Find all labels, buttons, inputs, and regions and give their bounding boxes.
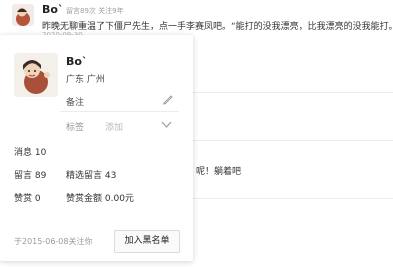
likes-label: 赞赏 [14, 194, 33, 204]
add-tag-button[interactable]: 添加 [105, 120, 123, 133]
profile-region: 广东 广州 [66, 75, 105, 85]
user-avatar [14, 53, 58, 97]
likes-stat: 赞赏 0 [14, 191, 41, 204]
follow-date: 于2015-06-08关注你 [14, 237, 93, 246]
featured-label: 精选留言 [66, 171, 103, 181]
note-field[interactable]: 备注 [66, 95, 84, 108]
messages-label: 消息 [14, 148, 33, 158]
tag-label: 标签 [66, 123, 85, 133]
featured-count: 43 [104, 171, 117, 181]
add-to-blacklist-button[interactable]: 加入黑名单 [114, 230, 180, 253]
amount-stat: 赞赏金额 0.00元 [66, 191, 134, 204]
comment-user-meta: 留言89次 关注9年 [66, 7, 124, 15]
likes-count: 0 [34, 194, 41, 204]
comment-fragment: 呢！躺着吧 [196, 167, 242, 177]
comment-user-name[interactable]: Bo` [42, 3, 63, 16]
edit-icon[interactable] [162, 93, 174, 105]
card-divider [60, 111, 179, 112]
comments-count: 89 [34, 171, 47, 181]
comments-label: 留言 [14, 171, 33, 181]
messages-stat: 消息 10 [14, 145, 46, 158]
messages-count: 10 [34, 148, 47, 158]
comment-text: 昨晚无聊重温了下僵尸先生，点一手李赛凤吧。“能打的没我漂亮，比我漂亮的没我能打。… [42, 22, 393, 32]
user-profile-card: Bo` 广东 广州 备注 标签 添加 消息 10 留言 89 精选留言 43 赞… [0, 35, 193, 261]
user-avatar-small[interactable] [12, 4, 34, 26]
amount-label: 赞赏金额 [66, 194, 103, 204]
chevron-down-icon[interactable] [161, 120, 172, 129]
amount-value: 0.00元 [104, 194, 134, 204]
comments-stat: 留言 89 [14, 168, 46, 181]
featured-stat: 精选留言 43 [66, 168, 116, 181]
profile-name: Bo` [66, 55, 88, 68]
